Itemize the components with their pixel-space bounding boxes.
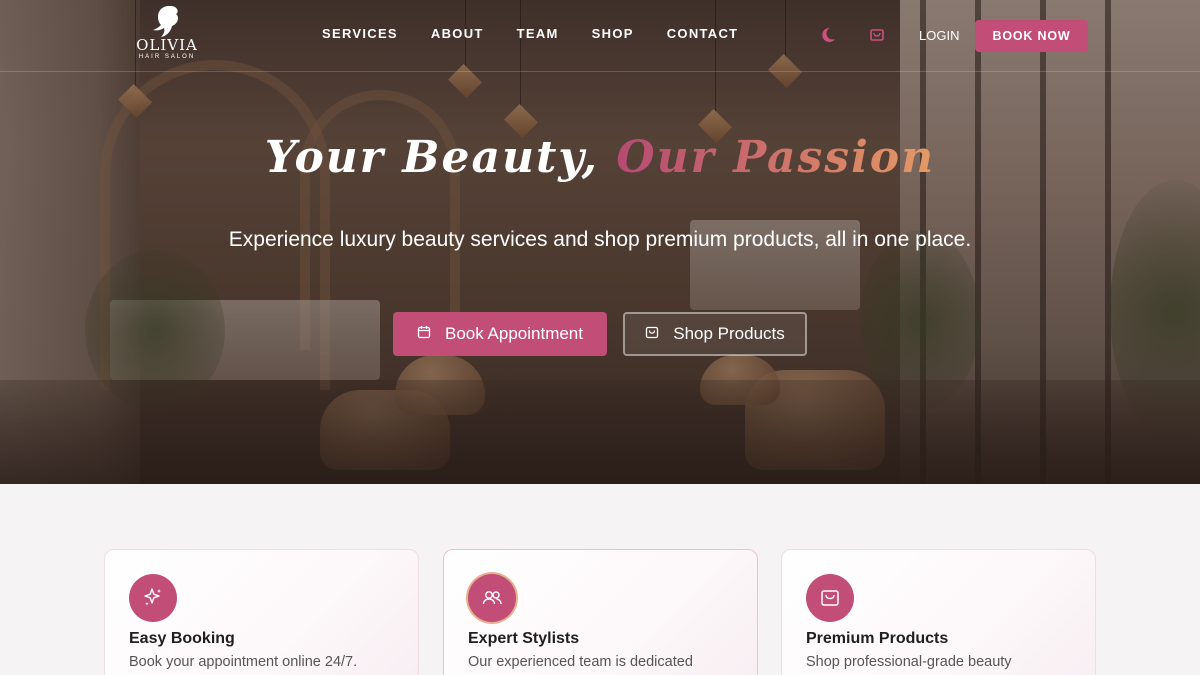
top-navbar: OLIVIA HAIR SALON SERVICES ABOUT TEAM SH… (0, 0, 1200, 72)
moon-icon[interactable] (819, 26, 837, 44)
feature-card-booking: Easy Booking Book your appointment onlin… (104, 549, 419, 675)
nav-link-about[interactable]: ABOUT (431, 26, 484, 41)
book-appointment-button[interactable]: Book Appointment (393, 312, 607, 356)
brand-tagline: HAIR SALON (138, 54, 196, 60)
shopping-bag-icon (645, 324, 659, 344)
hero-title-accent: Our Passion (616, 132, 936, 183)
feature-text: Shop professional-grade beauty (806, 654, 1012, 670)
users-icon (468, 574, 516, 622)
feature-card-stylists: Expert Stylists Our experienced team is … (443, 549, 758, 675)
feature-text: Our experienced team is dedicated (468, 654, 693, 670)
brand-name: OLIVIA (136, 36, 198, 54)
feature-card-products: Premium Products Shop professional-grade… (781, 549, 1096, 675)
features-section: Easy Booking Book your appointment onlin… (0, 484, 1200, 675)
woman-silhouette-icon (153, 6, 178, 37)
cart-icon[interactable] (868, 26, 886, 44)
nav-link-services[interactable]: SERVICES (322, 26, 398, 41)
feature-title: Premium Products (806, 630, 949, 647)
nav-link-contact[interactable]: CONTACT (667, 26, 739, 41)
shop-products-label: Shop Products (673, 324, 785, 343)
feature-title: Expert Stylists (468, 630, 580, 647)
book-now-button[interactable]: BOOK NOW (975, 20, 1088, 52)
hero-title-main: Your Beauty, (264, 132, 599, 183)
nav-links: SERVICES ABOUT TEAM SHOP CONTACT (322, 26, 738, 41)
sparkle-icon (129, 574, 177, 622)
nav-link-shop[interactable]: SHOP (592, 26, 634, 41)
shop-products-button[interactable]: Shop Products (623, 312, 807, 356)
brand-logo[interactable]: OLIVIA HAIR SALON (128, 4, 206, 68)
feature-text: Book your appointment online 24/7. (129, 654, 358, 670)
login-link[interactable]: LOGIN (919, 28, 959, 43)
feature-title: Easy Booking (129, 630, 235, 647)
hero-subtitle: Experience luxury beauty services and sh… (228, 228, 972, 251)
shopping-bag-icon (806, 574, 854, 622)
calendar-icon (417, 324, 431, 344)
hero-title: Your Beauty, Our Passion (0, 132, 1200, 183)
nav-link-team[interactable]: TEAM (517, 26, 559, 41)
hero-section: OLIVIA HAIR SALON SERVICES ABOUT TEAM SH… (0, 0, 1200, 484)
book-appointment-label: Book Appointment (445, 324, 583, 343)
